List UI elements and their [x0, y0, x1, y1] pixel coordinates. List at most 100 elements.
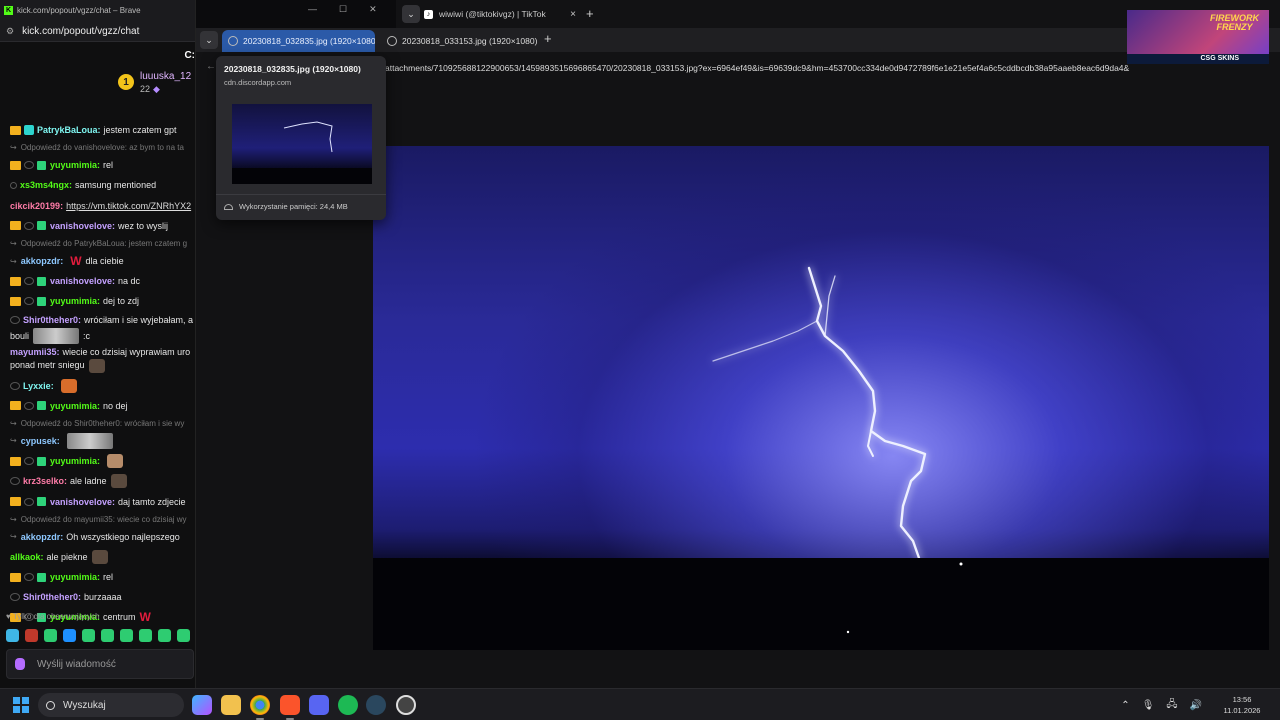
- emote-bar[interactable]: [6, 629, 190, 642]
- chat-popout-window: K kick.com/popout/vgzz/chat – Brave ⚙ ki…: [0, 0, 196, 688]
- address-url[interactable]: attachments/710925688122900653/145989351…: [385, 63, 1129, 73]
- chat-username[interactable]: cypusek:: [21, 436, 60, 446]
- left-titlebar: K kick.com/popout/vgzz/chat – Brave: [0, 0, 195, 21]
- gift-badge-icon: [37, 221, 46, 231]
- emote-icon[interactable]: [82, 629, 95, 642]
- hovercard-divider: [216, 194, 386, 195]
- chat-message: allkaok: ale piekne: [0, 547, 195, 567]
- chat-username[interactable]: mayumii35:: [10, 346, 60, 359]
- chat-message-text: ale piekne: [46, 551, 88, 562]
- chat-link[interactable]: https://vm.tiktok.com/ZNRhYX2: [66, 201, 191, 211]
- pinned-user-name[interactable]: luuuska_12: [140, 70, 191, 84]
- memory-gauge-icon: [224, 203, 233, 210]
- taskbar-search-placeholder[interactable]: Wyszukaj: [63, 700, 106, 711]
- subscriber-badge-icon: [24, 401, 34, 410]
- crown-badge-icon: [10, 572, 21, 582]
- chat-username[interactable]: Shir0theher0:: [23, 592, 81, 602]
- system-tray: ⌃ 🎙 🖧 🔊 13:56 11.01.2026: [1121, 689, 1280, 720]
- emote-icon[interactable]: [44, 629, 57, 642]
- tab-search-icon[interactable]: ⌄: [402, 5, 420, 23]
- chat-username[interactable]: krz3selko:: [23, 476, 67, 486]
- left-url-bar[interactable]: ⚙ kick.com/popout/vgzz/chat: [0, 21, 195, 42]
- reply-context: ↪ Odpowiedź do PatrykBaLoua: jestem czate…: [0, 236, 195, 251]
- chat-message-text: wez to wyslij: [118, 220, 169, 231]
- chat-message-text: centrum: [103, 612, 136, 623]
- chat-username[interactable]: vanishovelove:: [50, 221, 115, 231]
- network-icon[interactable]: 🖧: [1166, 697, 1177, 714]
- app-icon[interactable]: [396, 695, 416, 715]
- new-tab-button[interactable]: +: [544, 31, 552, 46]
- chrome-icon[interactable]: [250, 695, 270, 720]
- tab-image-1[interactable]: 20230818_032835.jpg (1920×1080) ×: [222, 30, 375, 52]
- brave-icon[interactable]: [280, 695, 300, 720]
- chat-username[interactable]: yuyumimia:: [50, 572, 100, 582]
- subscriber-badge-icon: [24, 277, 34, 286]
- mic-icon[interactable]: [15, 658, 25, 670]
- pinned-user[interactable]: 1 luuuska_12 22 ◆: [0, 70, 195, 106]
- emote-icon[interactable]: [120, 629, 133, 642]
- spotify-icon[interactable]: [338, 695, 358, 715]
- chat-message: yuyumimia:: [0, 451, 195, 471]
- tab-image-2[interactable]: 20230818_033153.jpg (1920×1080) ×: [381, 30, 537, 52]
- discord-icon[interactable]: [309, 695, 329, 715]
- chat-message-text: bouli: [10, 330, 30, 341]
- close-icon[interactable]: ×: [570, 9, 576, 20]
- tab-tiktok[interactable]: ♪ wiwiwi (@tiktokivgz) | TikTok ×: [424, 5, 576, 23]
- microphone-icon[interactable]: 🎙: [1142, 700, 1155, 711]
- emote-icon[interactable]: [177, 629, 190, 642]
- chat-username[interactable]: Shir0theher0:: [23, 314, 81, 327]
- volume-icon[interactable]: 🔊: [1190, 700, 1202, 711]
- reply-context: ↪ Odpowiedź do mayumii35: wiecie co dzisi…: [0, 512, 195, 527]
- gift-badge-icon: [37, 401, 46, 411]
- chat-username[interactable]: PatrykBaLoua:: [37, 125, 101, 135]
- emote-icon[interactable]: [63, 629, 76, 642]
- maximize-icon[interactable]: ☐: [339, 4, 347, 15]
- chat-username[interactable]: yuyumimia:: [50, 401, 100, 411]
- copilot-icon[interactable]: [192, 695, 212, 715]
- new-tab-button[interactable]: +: [586, 6, 594, 21]
- clock[interactable]: 13:56 11.01.2026: [1214, 694, 1270, 716]
- chat-message-text: no dej: [103, 400, 128, 411]
- kick-logo-icon: K: [4, 6, 13, 15]
- chat-username[interactable]: akkopzdr:: [21, 256, 64, 266]
- chat-input[interactable]: Wyślij wiadomość: [6, 649, 194, 679]
- minimize-icon[interactable]: —: [308, 4, 317, 15]
- taskbar-search[interactable]: Wyszukaj: [38, 693, 184, 717]
- emote-icon[interactable]: [158, 629, 171, 642]
- reply-icon: ↪: [10, 418, 17, 428]
- chat-username[interactable]: yuyumimia:: [50, 456, 100, 466]
- chat-username[interactable]: vanishovelove:: [50, 497, 115, 507]
- left-url-text[interactable]: kick.com/popout/vgzz/chat: [22, 26, 139, 37]
- windows-start-icon[interactable]: [13, 697, 29, 713]
- emote-icon[interactable]: [6, 629, 19, 642]
- emote-icon[interactable]: [139, 629, 152, 642]
- emote-icon[interactable]: [25, 629, 38, 642]
- emote-icon[interactable]: [101, 629, 114, 642]
- tab-search-icon[interactable]: ⌄: [200, 31, 218, 49]
- back-icon[interactable]: ←: [206, 61, 216, 72]
- chat-username[interactable]: cikcik20199:: [10, 201, 63, 211]
- gift-badge-icon: [37, 497, 46, 507]
- chat-username[interactable]: allkaok:: [10, 552, 44, 562]
- subscriber-badge-icon: [24, 573, 34, 582]
- chat-username[interactable]: Lyxxie:: [23, 381, 54, 391]
- chat-username[interactable]: akkopzdr:: [21, 532, 64, 542]
- steam-icon[interactable]: [366, 695, 386, 715]
- tiktok-icon: ♪: [424, 9, 433, 19]
- rank-badge: 1: [118, 74, 134, 90]
- file-explorer-icon[interactable]: [221, 695, 241, 715]
- clock-date: 11.01.2026: [1223, 706, 1261, 715]
- close-window-icon[interactable]: ✕: [369, 4, 377, 15]
- chat-username[interactable]: yuyumimia:: [50, 160, 100, 170]
- chat-message: Lyxxie:: [0, 376, 195, 396]
- chat-message-text: rel: [103, 160, 114, 171]
- chat-username[interactable]: yuyumimia:: [50, 296, 100, 306]
- chat-input-placeholder[interactable]: Wyślij wiadomość: [37, 659, 116, 670]
- tabstrip: ⌄ 20230818_032835.jpg (1920×1080) × 2023…: [196, 28, 1280, 52]
- chevron-up-icon[interactable]: ⌃: [1121, 700, 1129, 711]
- site-info-icon[interactable]: ⚙: [6, 26, 14, 37]
- reply-icon: ↪: [10, 143, 17, 153]
- chat-username[interactable]: vanishovelove:: [50, 276, 115, 286]
- subscriber-badge-icon: [24, 161, 34, 170]
- chat-username[interactable]: xs3ms4ngx:: [20, 180, 72, 190]
